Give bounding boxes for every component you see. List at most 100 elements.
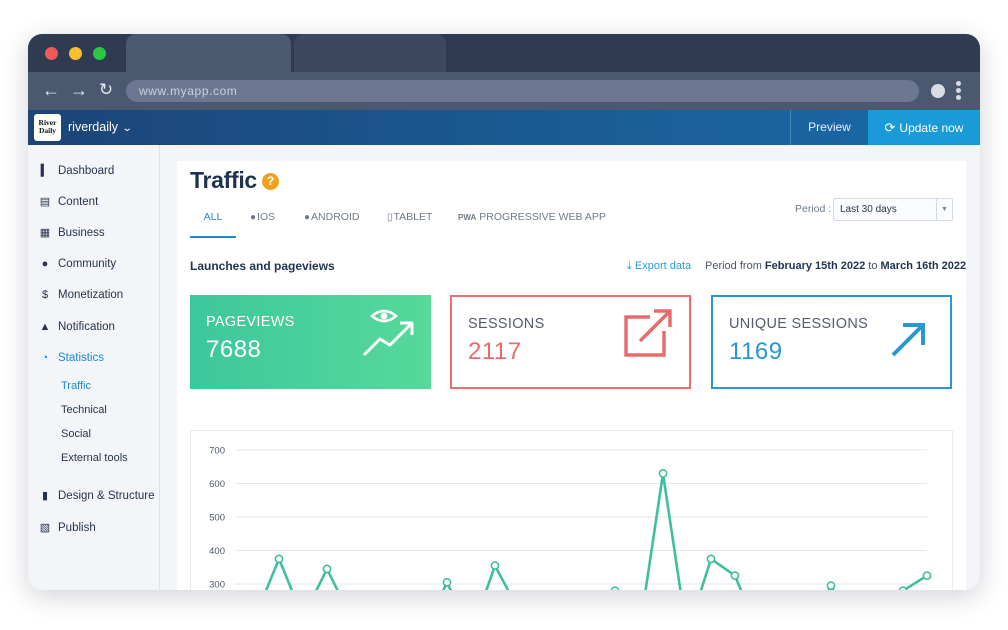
main-panel: Traffic ? ALL ●IOS ●ANDROID ▯TABLET PWA P… [177,161,966,590]
period-select-value: Last 30 days [840,204,897,215]
sidebar-item-monetization[interactable]: $ Monetization [38,285,123,305]
data-point[interactable] [442,577,452,587]
sidebar-subitem-external-tools[interactable]: External tools [61,449,128,467]
sidebar-item-label: Statistics [58,352,105,364]
data-point[interactable] [898,586,908,590]
sync-icon: ⟳ [884,120,896,135]
update-now-button[interactable]: ⟳ Update now [868,110,980,145]
browser-tab-active[interactable] [126,34,291,72]
pageviews-label: PAGEVIEWS [206,314,295,330]
data-point[interactable] [610,586,620,590]
tab-label: TABLET [393,211,433,223]
tab-pwa[interactable]: PWA PROGRESSIVE WEB APP [458,206,606,238]
forward-arrow-icon[interactable]: → [68,79,90,101]
publish-icon: ▧ [39,522,51,534]
download-icon: ⤓ [627,260,635,272]
sidebar-item-content[interactable]: ▤ Content [38,192,98,212]
sidebar-item-community[interactable]: ● Community [38,254,116,274]
sidebar-item-business[interactable]: ▦ Business [38,223,105,243]
help-icon[interactable]: ? [262,173,279,190]
tab-all[interactable]: ALL [190,206,236,238]
sidebar-item-notification[interactable]: ▲ Notification [38,317,115,337]
data-point[interactable] [706,554,716,564]
export-data-label: Export data [634,260,692,272]
sidebar-item-label: Notification [58,321,115,333]
profile-icon[interactable] [931,84,945,98]
page-title: Traffic [190,167,257,193]
y-tick-label: 400 [209,546,225,557]
address-bar[interactable]: www.myapp.com [126,80,919,102]
unique-sessions-value: 1169 [729,338,783,365]
external-link-icon [624,309,672,357]
sidebar-item-design-structure[interactable]: ▮ Design & Structure [38,486,155,506]
preview-button[interactable]: Preview [790,110,868,145]
unique-sessions-card: UNIQUE SESSIONS 1169 [711,295,952,389]
data-point[interactable] [274,554,284,564]
dollar-icon: $ [41,289,49,301]
bell-icon: ▲ [39,321,51,333]
sidebar-item-publish[interactable]: ▧ Publish [38,518,96,538]
pageviews-card: PAGEVIEWS 7688 [190,295,431,389]
data-point[interactable] [322,564,332,574]
sessions-value: 2117 [468,338,522,365]
period-to: March 16th 2022 [880,260,967,272]
sidebar-subitem-social[interactable]: Social [61,425,91,443]
app-name: riverdaily [68,120,119,134]
y-tick-label: 300 [209,580,225,591]
app-logo: River Daily [34,114,61,141]
y-tick-label: 700 [209,446,225,457]
app-switcher[interactable]: riverdaily ⌄ [68,110,133,145]
sidebar-item-label: Business [58,227,105,239]
browser-nav-bar: ← → ↻ www.myapp.com [28,72,980,110]
tab-ios[interactable]: ●IOS [250,206,275,238]
browser-tab[interactable] [294,34,446,72]
data-point[interactable] [826,581,836,590]
sessions-label: SESSIONS [468,316,545,332]
phone-icon: ▮ [41,490,49,502]
y-tick-label: 500 [209,513,225,524]
user-icon: ● [41,258,49,270]
period-prefix: Period from [705,260,762,272]
chevron-down-icon: ⌄ [121,123,133,134]
sidebar-subitem-traffic[interactable]: Traffic [61,377,91,395]
pie-chart-icon: ◔ [41,352,49,364]
close-window-button[interactable] [45,47,58,60]
sidebar: ▍ Dashboard ▤ Content ▦ Business ● Community… [28,145,160,590]
sessions-card: SESSIONS 2117 [450,295,691,389]
minimize-window-button[interactable] [69,47,82,60]
period-from: February 15th 2022 [764,260,866,272]
data-point[interactable] [490,561,500,570]
tablet-icon: ▯ [387,212,393,223]
app-header: River Daily riverdaily ⌄ Preview ⟳ Update n… [28,110,980,145]
apple-icon: ● [250,212,257,223]
export-data-link[interactable]: ⤓ Export data [627,260,691,273]
unique-sessions-label: UNIQUE SESSIONS [729,316,869,332]
period-to-word: to [868,260,878,272]
browser-window: ← → ↻ www.myapp.com River Daily riverdail… [28,34,980,590]
period-select[interactable]: Last 30 days ▼ [833,198,953,221]
bar-chart-icon: ▍ [40,165,50,177]
update-now-label: Update now [899,121,964,135]
pageviews-value: 7688 [206,336,262,363]
data-point[interactable] [658,469,668,478]
data-point[interactable] [730,571,740,581]
section-title: Launches and pageviews [190,259,335,273]
browser-menu-icon[interactable] [954,81,962,101]
pwa-icon: PWA [458,213,477,222]
reload-icon[interactable]: ↻ [95,79,117,101]
tab-tablet[interactable]: ▯TABLET [387,206,432,238]
sidebar-item-label: Publish [58,522,96,534]
data-point[interactable] [922,571,932,581]
y-tick-label: 600 [209,479,225,490]
traffic-chart: 700 600 500 400 300 [190,430,953,590]
sidebar-item-label: Design & Structure [58,490,155,502]
tab-label: IOS [257,211,276,223]
sidebar-item-statistics[interactable]: ◔ Statistics [38,348,104,368]
sidebar-item-dashboard[interactable]: ▍ Dashboard [38,161,115,181]
traffic-line-chart: 700 600 500 400 300 [209,446,932,591]
maximize-window-button[interactable] [93,47,106,60]
back-arrow-icon[interactable]: ← [40,79,62,101]
sidebar-subitem-technical[interactable]: Technical [61,401,107,419]
tab-android[interactable]: ●ANDROID [304,206,359,238]
arrow-up-right-icon [891,323,925,357]
